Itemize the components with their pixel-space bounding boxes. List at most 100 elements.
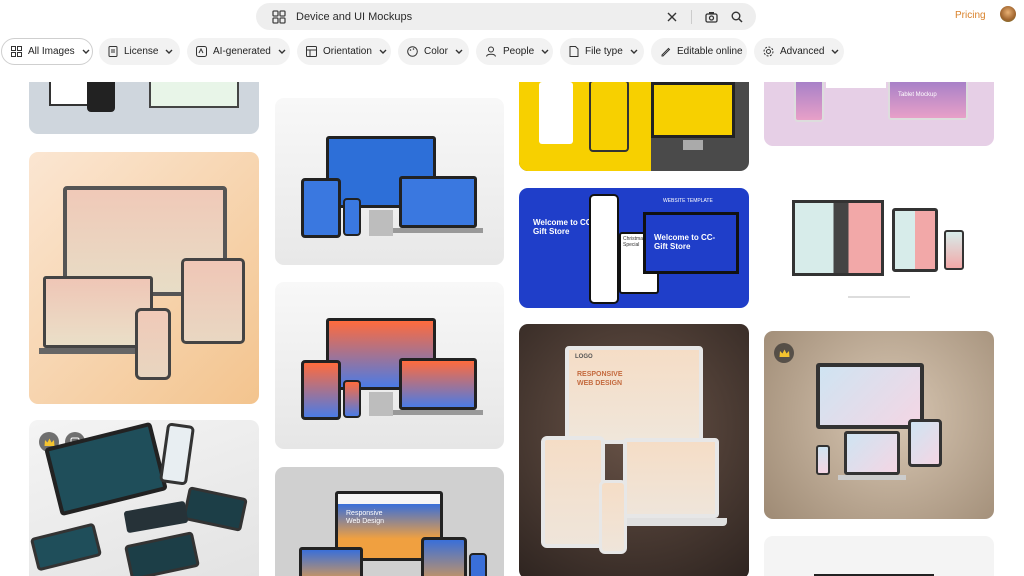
image-tile[interactable] bbox=[29, 152, 259, 404]
mockup-base bbox=[826, 82, 886, 88]
mockup-phone bbox=[589, 194, 619, 304]
tile-text: Tablet Mockup bbox=[898, 92, 937, 98]
filter-label: Orientation bbox=[323, 46, 372, 57]
mockup-laptop-base bbox=[838, 475, 906, 480]
mockup-tablet bbox=[794, 82, 824, 122]
image-tile[interactable] bbox=[764, 164, 994, 322]
mockup-laptop bbox=[299, 547, 363, 576]
tile-text: Welcome to CC-Gift Store bbox=[654, 233, 716, 251]
mockup-phone bbox=[589, 82, 629, 152]
image-grid: Responsive Web Design Welcome to CC- Gif… bbox=[0, 82, 1024, 576]
filter-label: People bbox=[503, 46, 535, 57]
image-tile[interactable] bbox=[29, 420, 259, 576]
chevron-down-icon bbox=[455, 49, 463, 54]
mockup-laptop-base bbox=[615, 518, 727, 526]
people-icon bbox=[486, 46, 496, 57]
image-tile[interactable] bbox=[275, 98, 504, 265]
mockup-phone bbox=[343, 380, 361, 418]
mockup-tablet bbox=[421, 537, 467, 576]
filter-color[interactable]: Color bbox=[398, 38, 469, 65]
filter-label: Advanced bbox=[780, 46, 825, 57]
mockup-phone bbox=[599, 480, 627, 554]
orientation-icon bbox=[306, 46, 317, 57]
image-tile[interactable] bbox=[29, 82, 259, 134]
mockup-tablet bbox=[908, 419, 942, 467]
mockup-tablet bbox=[181, 258, 245, 344]
search-icon[interactable] bbox=[730, 10, 744, 24]
mockup-laptop bbox=[149, 82, 239, 108]
tile-text: RESPONSIVE WEB DESIGN bbox=[577, 371, 623, 387]
image-tile[interactable]: LOGO RESPONSIVE WEB DESIGN bbox=[519, 324, 749, 576]
camera-icon[interactable] bbox=[704, 10, 718, 24]
caption-line bbox=[848, 296, 910, 298]
filter-editable-online[interactable]: Editable online bbox=[651, 38, 747, 65]
top-bar: Device and UI Mockups Pricing bbox=[0, 0, 1024, 34]
image-tile[interactable] bbox=[519, 82, 749, 171]
mockup-monitor: LOGO RESPONSIVE WEB DESIGN bbox=[565, 346, 703, 444]
pen-icon bbox=[661, 47, 671, 57]
filter-label: Color bbox=[424, 46, 448, 57]
palette-icon bbox=[407, 46, 418, 57]
ai-icon bbox=[196, 46, 207, 57]
license-icon bbox=[108, 46, 118, 57]
tile-text: Responsive Web Design bbox=[346, 510, 385, 525]
mockup-phone bbox=[944, 230, 964, 270]
mockup-tablet bbox=[124, 531, 200, 576]
mockup-tablet bbox=[301, 360, 341, 420]
mockup-laptop bbox=[399, 176, 477, 228]
filter-label: License bbox=[124, 46, 159, 57]
filter-label: AI-generated bbox=[213, 46, 271, 57]
filter-people[interactable]: People bbox=[476, 38, 553, 65]
mockup-tablet bbox=[301, 178, 341, 238]
mockup-phone bbox=[469, 553, 487, 576]
filter-label: All Images bbox=[28, 46, 75, 57]
file-icon bbox=[569, 46, 579, 57]
filter-label: File type bbox=[585, 46, 623, 57]
search-bar[interactable]: Device and UI Mockups bbox=[256, 3, 756, 30]
image-tile[interactable]: Responsive Web Design bbox=[275, 467, 504, 576]
image-tile[interactable]: Tablet Mockup bbox=[764, 82, 994, 146]
mockup-laptop-base bbox=[393, 410, 483, 415]
image-tile[interactable] bbox=[764, 331, 994, 519]
gear-icon bbox=[763, 46, 774, 57]
image-tile[interactable] bbox=[764, 536, 994, 576]
avatar[interactable] bbox=[1000, 6, 1016, 22]
mockup-laptop bbox=[623, 438, 719, 518]
filter-orientation[interactable]: Orientation bbox=[297, 38, 391, 65]
mockup-phone bbox=[343, 198, 361, 236]
image-tile[interactable] bbox=[275, 282, 504, 449]
filter-ai-generated[interactable]: AI-generated bbox=[187, 38, 290, 65]
mockup-monitor bbox=[651, 82, 735, 138]
filter-label: Editable online bbox=[677, 46, 743, 57]
filter-license[interactable]: License bbox=[99, 38, 180, 65]
chevron-down-icon bbox=[630, 49, 638, 54]
chevron-down-icon bbox=[379, 49, 387, 54]
tile-logo: LOGO bbox=[575, 354, 593, 360]
mockup-phone bbox=[539, 82, 573, 144]
grid-icon bbox=[272, 9, 286, 24]
mockup-phone bbox=[158, 422, 196, 486]
mockup-tablet bbox=[541, 436, 605, 548]
mockup-tablet bbox=[29, 522, 103, 572]
filter-all-images[interactable]: All Images bbox=[1, 38, 93, 65]
search-input[interactable]: Device and UI Mockups bbox=[296, 11, 653, 23]
filter-file-type[interactable]: File type bbox=[560, 38, 644, 65]
mockup-monitor bbox=[816, 363, 924, 429]
clear-icon[interactable] bbox=[665, 10, 679, 24]
mockup-tablet bbox=[182, 486, 248, 532]
mockup-tablet bbox=[892, 208, 938, 272]
mockup-monitor bbox=[792, 200, 884, 276]
chevron-down-icon bbox=[82, 49, 90, 54]
chevron-down-icon bbox=[165, 49, 173, 54]
mockup-laptop bbox=[399, 358, 477, 410]
pricing-link[interactable]: Pricing bbox=[955, 10, 986, 21]
image-tile[interactable]: Welcome to CC- Gift Store Christmas Spec… bbox=[519, 188, 749, 308]
mockup-monitor: Welcome to CC-Gift Store bbox=[643, 212, 739, 274]
mockup-tablet: Tablet Mockup bbox=[888, 82, 968, 120]
grid-icon bbox=[11, 46, 22, 57]
mockup-phone bbox=[816, 445, 830, 475]
mockup-laptop bbox=[44, 421, 168, 517]
mockup-laptop-base bbox=[393, 228, 483, 233]
filter-advanced[interactable]: Advanced bbox=[754, 38, 844, 65]
mockup-phone bbox=[87, 82, 115, 112]
